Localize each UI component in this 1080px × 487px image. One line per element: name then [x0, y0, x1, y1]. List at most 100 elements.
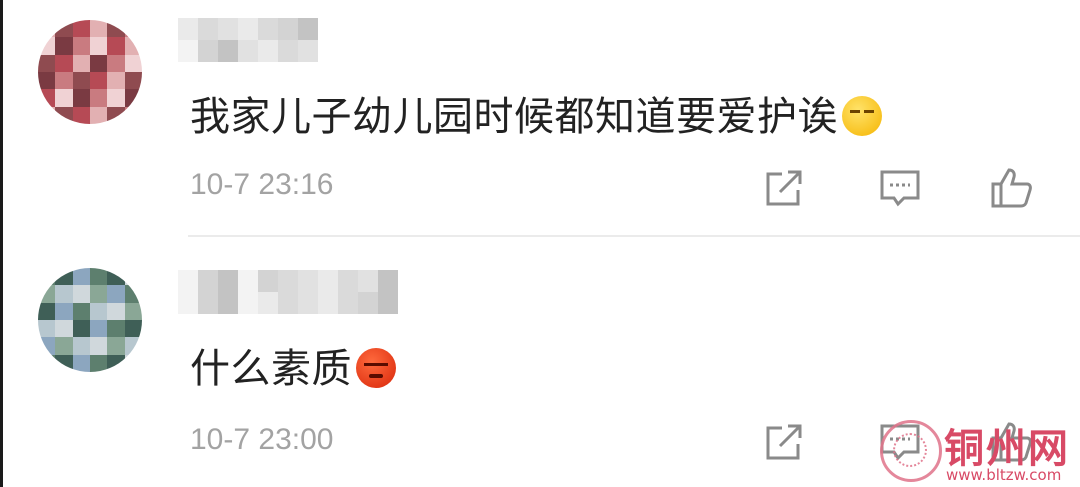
share-button[interactable] — [760, 164, 808, 212]
mosaic-cell — [90, 302, 108, 320]
mosaic-cell — [55, 54, 73, 72]
mosaic-cell — [55, 337, 73, 355]
mosaic-cell — [55, 302, 73, 320]
username-blurred[interactable] — [178, 18, 318, 62]
share-icon — [766, 170, 802, 206]
mosaic-cell — [72, 320, 90, 338]
mosaic-cell — [107, 72, 125, 90]
mosaic-cell — [72, 72, 90, 90]
mosaic-cell — [124, 268, 142, 286]
mosaic-cell — [55, 320, 73, 338]
mosaic-cell — [107, 285, 125, 303]
mosaic-cell — [55, 37, 73, 55]
mosaic-cell — [72, 268, 90, 286]
mosaic-cell — [124, 54, 142, 72]
mosaic-cell — [278, 40, 298, 62]
comment-time: 10-7 23:00 — [190, 423, 334, 456]
mosaic-cell — [198, 270, 218, 292]
mosaic-cell — [378, 292, 398, 314]
mosaic-cell — [55, 89, 73, 107]
mosaic-cell — [278, 292, 298, 314]
mosaic-cell — [278, 270, 298, 292]
mosaic-cell — [72, 37, 90, 55]
mosaic-cell — [107, 337, 125, 355]
mosaic-cell — [107, 268, 125, 286]
mosaic-cell — [38, 320, 56, 338]
mosaic-cell — [55, 20, 73, 38]
mosaic-cell — [55, 285, 73, 303]
mosaic-cell — [178, 40, 198, 62]
share-button[interactable] — [760, 418, 808, 466]
mosaic-cell — [238, 40, 258, 62]
mosaic-cell — [90, 268, 108, 286]
mosaic-cell — [124, 89, 142, 107]
mosaic-cell — [124, 337, 142, 355]
reply-button[interactable] — [876, 164, 924, 212]
mosaic-cell — [72, 106, 90, 124]
mosaic-cell — [107, 89, 125, 107]
mosaic-cell — [107, 20, 125, 38]
mosaic-cell — [72, 302, 90, 320]
mosaic-cell — [258, 18, 278, 40]
mosaic-cell — [338, 270, 358, 292]
smirk-emoji-icon — [842, 96, 882, 136]
mosaic-cell — [124, 106, 142, 124]
mosaic-cell — [198, 292, 218, 314]
mosaic-cell — [124, 320, 142, 338]
mosaic-cell — [72, 285, 90, 303]
mosaic-cell — [124, 285, 142, 303]
comment-text: 我家儿子幼儿园时候都知道要爱护诶 — [190, 84, 882, 142]
mosaic-cell — [72, 354, 90, 372]
mosaic-cell — [238, 270, 258, 292]
mosaic-cell — [72, 89, 90, 107]
mosaic-cell — [338, 292, 358, 314]
like-icon — [991, 168, 1032, 208]
seal-logo-icon — [880, 420, 942, 482]
avatar[interactable] — [38, 268, 142, 372]
mosaic-cell — [198, 18, 218, 40]
mosaic-cell — [218, 40, 238, 62]
mosaic-cell — [124, 72, 142, 90]
mosaic-cell — [298, 270, 318, 292]
mosaic-cell — [218, 270, 238, 292]
mosaic-cell — [90, 354, 108, 372]
username-blurred[interactable] — [178, 270, 398, 314]
like-button[interactable] — [987, 164, 1035, 212]
mosaic-cell — [38, 354, 56, 372]
mosaic-cell — [358, 292, 378, 314]
comment-item: 我家儿子幼儿园时候都知道要爱护诶 10-7 23:16 — [0, 0, 1080, 236]
mosaic-cell — [107, 354, 125, 372]
mosaic-cell — [298, 40, 318, 62]
mosaic-cell — [38, 20, 56, 38]
mosaic-cell — [124, 354, 142, 372]
mosaic-cell — [38, 302, 56, 320]
mosaic-cell — [55, 268, 73, 286]
mosaic-cell — [90, 72, 108, 90]
mosaic-cell — [318, 292, 338, 314]
mosaic-cell — [298, 18, 318, 40]
mosaic-cell — [90, 89, 108, 107]
mosaic-cell — [378, 270, 398, 292]
mosaic-cell — [124, 302, 142, 320]
mosaic-cell — [38, 106, 56, 124]
mosaic-cell — [38, 72, 56, 90]
mosaic-cell — [258, 270, 278, 292]
mosaic-cell — [90, 320, 108, 338]
watermark-url: www.bltzw.com — [946, 466, 1062, 484]
mosaic-cell — [90, 20, 108, 38]
reply-icon — [880, 170, 920, 207]
avatar[interactable] — [38, 20, 142, 124]
mosaic-cell — [38, 337, 56, 355]
mosaic-cell — [72, 54, 90, 72]
mosaic-cell — [55, 354, 73, 372]
mosaic-cell — [124, 20, 142, 38]
mosaic-cell — [258, 40, 278, 62]
mosaic-cell — [107, 37, 125, 55]
mosaic-cell — [198, 40, 218, 62]
share-icon — [766, 424, 802, 460]
mosaic-cell — [278, 18, 298, 40]
mosaic-cell — [72, 20, 90, 38]
mosaic-cell — [238, 18, 258, 40]
angry-emoji-icon — [356, 348, 396, 388]
mosaic-cell — [38, 89, 56, 107]
